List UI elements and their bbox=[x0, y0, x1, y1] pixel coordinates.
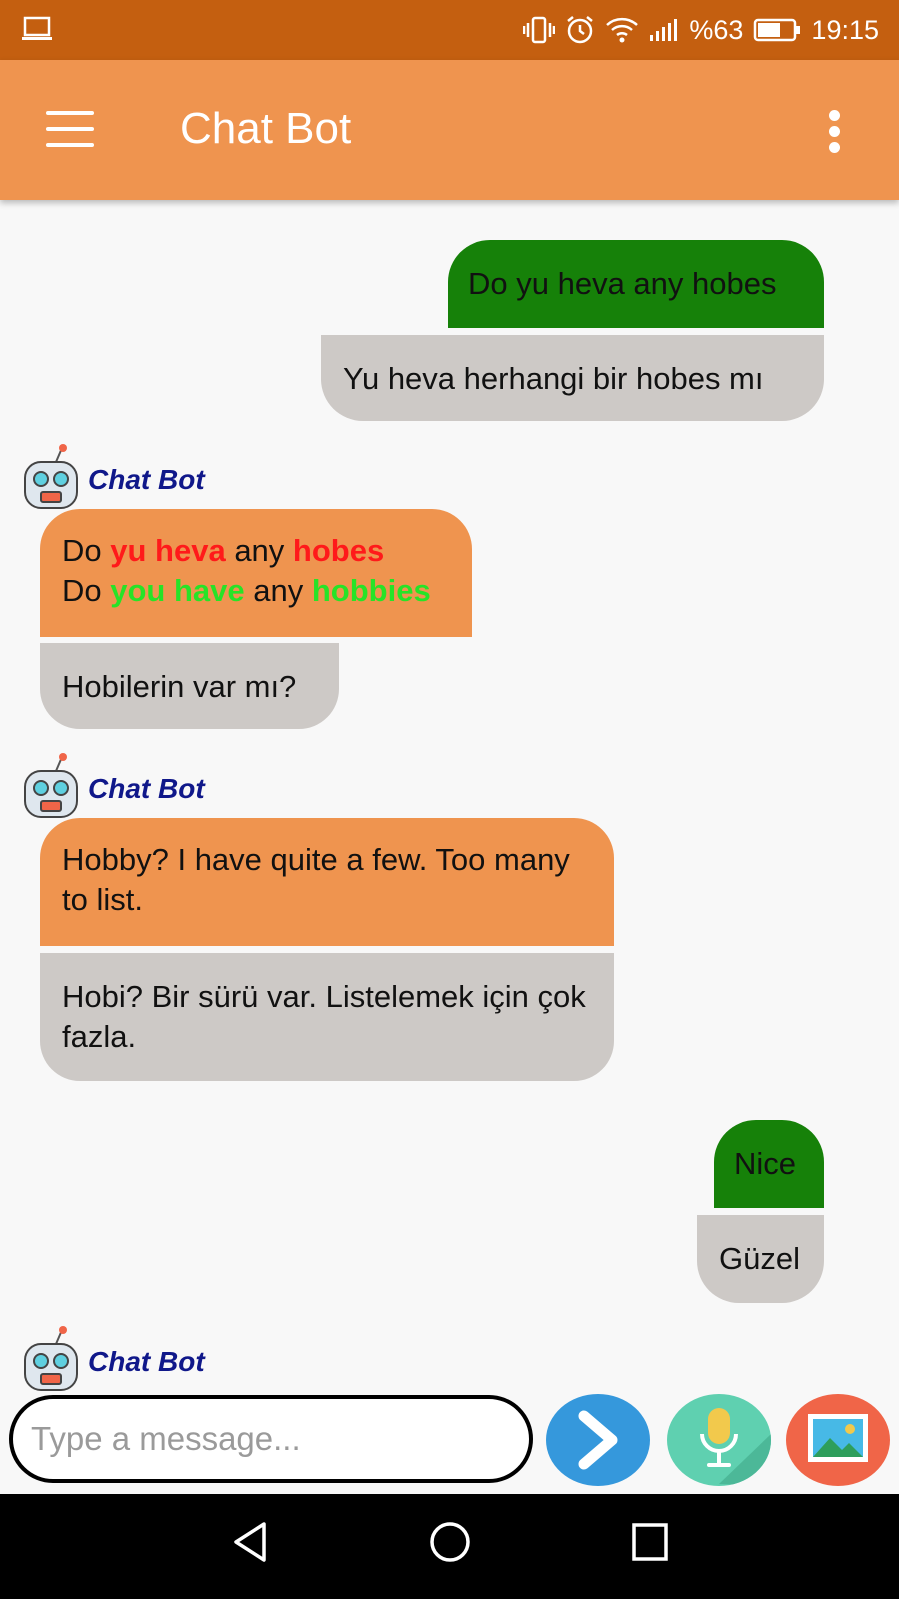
bot-message-bubble[interactable]: Do yu heva any hobes Do you have any hob… bbox=[40, 509, 472, 637]
bot-translation-bubble[interactable]: Hobilerin var mı? bbox=[40, 643, 339, 729]
bot-translation-text: Hobilerin var mı? bbox=[62, 669, 297, 704]
back-icon[interactable] bbox=[230, 1520, 270, 1564]
alarm-icon bbox=[565, 15, 595, 45]
robot-avatar-icon bbox=[24, 1326, 78, 1391]
battery-text: %63 bbox=[689, 14, 744, 45]
menu-icon[interactable] bbox=[46, 111, 94, 147]
more-vertical-icon[interactable] bbox=[829, 110, 841, 153]
bot-message-text: Hobby? I have quite a few. Too many to l… bbox=[62, 842, 570, 917]
bot-translation-text: Hobi? Bir sürü var. Listelemek için çok … bbox=[62, 979, 586, 1054]
battery-icon bbox=[753, 17, 801, 43]
signal-icon bbox=[649, 17, 679, 43]
bot-name: Chat Bot bbox=[88, 1346, 205, 1377]
microphone-icon bbox=[700, 1408, 771, 1486]
app-title: Chat Bot bbox=[180, 104, 352, 153]
app-bar: Chat Bot bbox=[0, 60, 899, 200]
microphone-button[interactable] bbox=[667, 1394, 771, 1486]
user-translation-text: Güzel bbox=[719, 1241, 800, 1276]
send-icon bbox=[578, 1410, 618, 1470]
user-message-text: Do yu heva any hobes bbox=[468, 266, 777, 301]
wifi-icon bbox=[605, 16, 639, 44]
chat-area[interactable]: Do yu heva any hobes Yu heva herhangi bi… bbox=[0, 200, 899, 1392]
laptop-icon bbox=[22, 16, 52, 47]
status-bar: %63 19:15 bbox=[0, 0, 899, 60]
image-icon bbox=[808, 1414, 868, 1462]
vibrate-icon bbox=[523, 16, 556, 44]
corrected-line: Do you have any hobbies bbox=[62, 573, 431, 608]
clock-time: 19:15 bbox=[811, 14, 879, 45]
bot-name: Chat Bot bbox=[88, 773, 205, 804]
user-translation-bubble[interactable]: Güzel bbox=[697, 1215, 824, 1303]
message-input[interactable] bbox=[9, 1395, 533, 1483]
home-icon[interactable] bbox=[428, 1520, 472, 1564]
user-message-text: Nice bbox=[734, 1146, 797, 1181]
original-line: Do yu heva any hobes bbox=[62, 533, 385, 568]
user-message-bubble[interactable]: Do yu heva any hobes bbox=[448, 240, 824, 328]
navigation-bar bbox=[0, 1494, 899, 1599]
send-button[interactable] bbox=[546, 1394, 650, 1486]
status-indicators: %63 19:15 bbox=[523, 0, 879, 60]
robot-avatar-icon bbox=[24, 444, 78, 509]
bot-translation-bubble[interactable]: Hobi? Bir sürü var. Listelemek için çok … bbox=[40, 953, 614, 1081]
composer-bar bbox=[0, 1392, 899, 1494]
user-message-bubble[interactable]: Nice bbox=[714, 1120, 824, 1208]
robot-avatar-icon bbox=[24, 753, 78, 818]
bot-name: Chat Bot bbox=[88, 464, 205, 495]
bot-message-bubble[interactable]: Hobby? I have quite a few. Too many to l… bbox=[40, 818, 614, 946]
user-translation-text: Yu heva herhangi bir hobes mı bbox=[343, 361, 764, 396]
recents-icon[interactable] bbox=[630, 1520, 670, 1564]
user-translation-bubble[interactable]: Yu heva herhangi bir hobes mı bbox=[321, 335, 824, 421]
image-button[interactable] bbox=[786, 1394, 890, 1486]
